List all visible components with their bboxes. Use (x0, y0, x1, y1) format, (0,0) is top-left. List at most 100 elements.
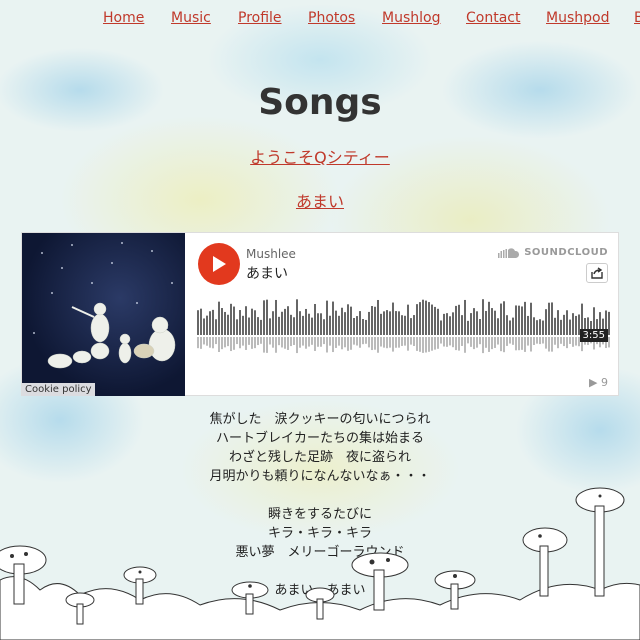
waveform-reflection-bar (410, 337, 412, 345)
waveform-reflection-bar (302, 337, 304, 346)
soundcloud-brand[interactable]: SOUNDCLOUD (498, 247, 608, 258)
share-button[interactable] (586, 263, 608, 283)
track-title[interactable]: あまい (246, 263, 288, 283)
waveform[interactable] (197, 297, 610, 361)
song-link-welcome[interactable]: ようこそQシティー (0, 144, 640, 168)
waveform-reflection-bar (437, 337, 439, 349)
waveform-reflection-bar (281, 337, 283, 348)
waveform-reflection-bar (374, 337, 376, 350)
waveform-reflection-bar (260, 337, 262, 344)
waveform-bar (479, 319, 481, 335)
waveform-reflection-bar (206, 337, 208, 346)
waveform-reflection-bar (389, 337, 391, 348)
waveform-bar (296, 299, 298, 335)
waveform-bar (341, 307, 343, 335)
waveform-bar (512, 317, 514, 335)
waveform-bar (434, 306, 436, 335)
waveform-bar (212, 309, 214, 335)
waveform-reflection-bar (530, 337, 532, 352)
waveform-reflection-bar (482, 337, 484, 354)
waveform-reflection-bar (239, 337, 241, 349)
waveform-bar (317, 313, 319, 335)
waveform-bar (464, 299, 466, 335)
share-icon (591, 267, 603, 279)
waveform-bar (518, 305, 520, 335)
song-link-amai[interactable]: あまい (0, 188, 640, 212)
lyric-line: 瞬きをするたびに (267, 507, 372, 522)
waveform-reflection-bar (416, 337, 418, 351)
waveform-bar (200, 308, 202, 335)
waveform-reflection-bar (365, 337, 367, 344)
waveform-bar (221, 308, 223, 335)
track-duration: 3:55 (579, 329, 608, 342)
lyrics: 焦がした 涙クッキーの匂いにつられ ハートブレイカーたちの集は始まる わざと残し… (0, 410, 640, 600)
nav-contact[interactable]: Contact (466, 10, 520, 26)
artwork-illustration (33, 242, 176, 369)
waveform-bar (320, 313, 322, 335)
nav-photos[interactable]: Photos (308, 10, 355, 26)
waveform-reflection-bar (212, 337, 214, 349)
waveform-reflection-bar (500, 337, 502, 352)
waveform-bar (575, 315, 577, 335)
waveform-reflection-bar (224, 337, 226, 348)
waveform-reflection-bar (263, 337, 265, 353)
waveform-reflection-bar (293, 337, 295, 345)
waveform-reflection-bar (290, 337, 292, 347)
waveform-bar (356, 316, 358, 335)
waveform-reflection-bar (485, 337, 487, 348)
lyric-line (0, 486, 640, 505)
waveform-bar (227, 314, 229, 335)
cookie-policy-link[interactable]: Cookie policy (22, 383, 95, 396)
waveform-bar (506, 315, 508, 335)
waveform-bar (218, 301, 220, 335)
waveform-bar (500, 303, 502, 335)
waveform-bar (509, 320, 511, 335)
waveform-reflection-bar (245, 337, 247, 350)
waveform-bar (206, 315, 208, 335)
soundcloud-label: SOUNDCLOUD (524, 247, 608, 258)
waveform-reflection-bar (563, 337, 565, 347)
waveform-reflection-bar (458, 337, 460, 351)
waveform-bar (554, 317, 556, 335)
lyric-line: キラ・キラ・キラ (267, 526, 372, 541)
nav-mushpod[interactable]: Mushpod (546, 10, 609, 26)
waveform-reflection-bar (506, 337, 508, 346)
waveform-bar (521, 306, 523, 335)
song-link-amai-label[interactable]: あまい (296, 192, 344, 211)
waveform-bar (569, 319, 571, 335)
waveform-bar (404, 315, 406, 335)
play-button[interactable] (198, 243, 240, 285)
waveform-bar (530, 302, 532, 335)
waveform-bar (443, 313, 445, 335)
waveform-bar (431, 304, 433, 335)
nav-mushlog[interactable]: Mushlog (382, 10, 440, 26)
waveform-reflection-bar (398, 337, 400, 348)
waveform-reflection-bar (332, 337, 334, 353)
waveform-reflection-bar (341, 337, 343, 350)
waveform-reflection-bar (266, 337, 268, 353)
waveform-bar (422, 299, 424, 335)
track-artist[interactable]: Mushlee (246, 247, 296, 261)
waveform-reflection-bar (314, 337, 316, 351)
waveform-reflection-bar (311, 337, 313, 345)
waveform-bar (455, 305, 457, 335)
waveform-reflection-bar (203, 337, 205, 345)
waveform-bar (335, 310, 337, 335)
waveform-reflection-bar (497, 337, 499, 345)
waveform-reflection-bar (455, 337, 457, 351)
nav-more[interactable]: B (634, 10, 640, 26)
waveform-bar (284, 308, 286, 335)
waveform-reflection-bar (521, 337, 523, 350)
song-link-welcome-label[interactable]: ようこそQシティー (250, 148, 390, 167)
nav-profile[interactable]: Profile (238, 10, 282, 26)
waveform-reflection-bar (287, 337, 289, 350)
waveform-reflection-bar (425, 337, 427, 353)
nav-music[interactable]: Music (171, 10, 211, 26)
waveform-bar (461, 315, 463, 335)
waveform-reflection-bar (428, 337, 430, 352)
waveform-reflection-bar (524, 337, 526, 352)
album-artwork[interactable]: Cookie policy (22, 233, 185, 396)
nav-home[interactable]: Home (103, 10, 144, 26)
waveform-bar (386, 310, 388, 335)
waveform-reflection-bar (221, 337, 223, 350)
